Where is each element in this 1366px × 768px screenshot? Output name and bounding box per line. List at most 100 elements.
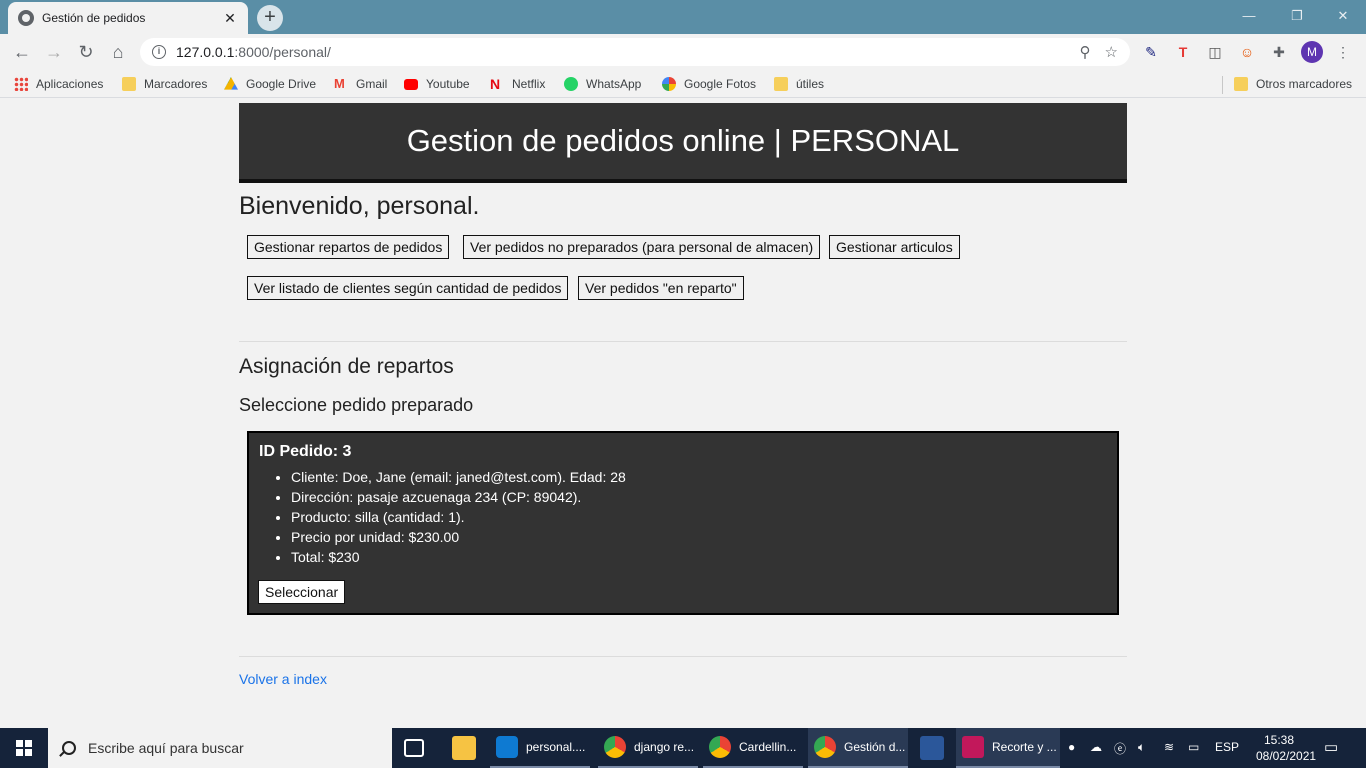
bookmark-other[interactable]: Otros marcadores	[1234, 76, 1352, 92]
profile-avatar[interactable]: M	[1301, 41, 1323, 63]
welcome-heading: Bienvenido, personal.	[239, 192, 480, 220]
netflix-icon: N	[490, 76, 501, 92]
order-product: Producto: silla (cantidad: 1).	[291, 507, 1107, 527]
order-total: Total: $230	[291, 547, 1107, 567]
chrome-icon	[709, 736, 731, 758]
menu-dots-icon[interactable]: ⋮	[1332, 41, 1354, 63]
task-view-icon[interactable]	[404, 739, 424, 757]
home-icon[interactable]: ⌂	[106, 40, 130, 64]
pocket-icon[interactable]: ◫	[1204, 41, 1226, 63]
youtube-icon	[404, 78, 418, 90]
gmail-icon: M	[334, 76, 345, 91]
taskbar-app-snipping[interactable]: Recorte y ...	[956, 728, 1060, 768]
edge-icon[interactable]: ⓔ	[1114, 740, 1126, 757]
face-extension-icon[interactable]: ☺	[1236, 41, 1258, 63]
search-icon	[62, 741, 76, 755]
bookmark-gmail[interactable]: M Gmail	[334, 76, 387, 92]
forward-arrow-icon[interactable]: →	[42, 40, 66, 64]
order-card: ID Pedido: 3 Cliente: Doe, Jane (email: …	[247, 431, 1119, 615]
info-icon[interactable]: i	[152, 45, 166, 59]
folder-icon	[1234, 77, 1248, 91]
unprepared-orders-button[interactable]: Ver pedidos no preparados (para personal…	[463, 235, 821, 259]
bookmarks-bar: Aplicaciones Marcadores Google Drive M G…	[0, 70, 1366, 98]
orders-in-delivery-button[interactable]: Ver pedidos "en reparto"	[578, 276, 744, 300]
language-indicator[interactable]: ESP	[1215, 740, 1239, 754]
order-unit-price: Precio por unidad: $230.00	[291, 527, 1107, 547]
search-placeholder: Escribe aquí para buscar	[88, 740, 244, 756]
restore-icon[interactable]: ❐	[1274, 4, 1320, 28]
new-tab-button[interactable]: +	[257, 5, 283, 31]
bookmark-apps[interactable]: Aplicaciones	[14, 76, 103, 92]
bookmark-netflix[interactable]: N Netflix	[490, 76, 545, 92]
clock-time: 15:38	[1263, 733, 1295, 747]
divider	[239, 341, 1127, 342]
bookmark-youtube[interactable]: Youtube	[404, 76, 470, 92]
taskbar-app-chrome-3[interactable]: Gestión d...	[808, 728, 908, 768]
notifications-icon[interactable]: ▭	[1324, 738, 1338, 756]
chrome-icon	[604, 736, 626, 758]
order-address: Dirección: pasaje azcuenaga 234 (CP: 890…	[291, 487, 1107, 507]
wifi-icon[interactable]: ≋	[1164, 740, 1174, 754]
clock[interactable]: 15:38 08/02/2021	[1256, 732, 1317, 764]
star-icon[interactable]: ☆	[1105, 43, 1118, 61]
pen-extension-icon[interactable]: ✎	[1140, 41, 1162, 63]
bookmarks-divider	[1222, 76, 1223, 94]
volume-icon[interactable]: 🔈︎	[1138, 740, 1145, 755]
manage-deliveries-button[interactable]: Gestionar repartos de pedidos	[247, 235, 450, 259]
bookmark-whatsapp[interactable]: WhatsApp	[564, 76, 641, 92]
taskbar-app-chrome-1[interactable]: django re...	[598, 728, 698, 768]
taskbar-app-vscode[interactable]: personal....	[490, 728, 590, 768]
start-button[interactable]	[0, 728, 48, 768]
bookmark-marcadores[interactable]: Marcadores	[122, 76, 207, 92]
chrome-icon	[814, 736, 836, 758]
globe-icon	[18, 10, 34, 26]
windows-icon	[16, 740, 32, 756]
browser-tab-strip: Gestión de pedidos ✕ + — ❐ ✕	[0, 0, 1366, 34]
folder-icon	[122, 77, 136, 91]
back-arrow-icon[interactable]: ←	[10, 40, 34, 64]
cloud-icon[interactable]: ☁	[1090, 740, 1102, 754]
back-to-index-link[interactable]: Volver a index	[239, 671, 327, 687]
clients-list-button[interactable]: Ver listado de clientes según cantidad d…	[247, 276, 569, 300]
window-close-icon[interactable]: ✕	[1320, 4, 1366, 28]
select-order-button[interactable]: Seleccionar	[258, 580, 346, 604]
photos-icon	[662, 77, 676, 91]
page-header: Gestion de pedidos online | PERSONAL	[239, 103, 1127, 183]
minimize-icon[interactable]: —	[1226, 4, 1272, 28]
order-id: ID Pedido: 3	[259, 443, 352, 460]
bookmark-google-fotos[interactable]: Google Fotos	[662, 76, 756, 92]
order-client: Cliente: Doe, Jane (email: janed@test.co…	[291, 467, 1107, 487]
browser-tab[interactable]: Gestión de pedidos ✕	[8, 2, 248, 34]
battery-icon[interactable]: ▭	[1188, 740, 1199, 754]
word-icon[interactable]	[920, 736, 944, 760]
subsection-title: Seleccione pedido preparado	[239, 395, 474, 415]
bookmark-google-drive[interactable]: Google Drive	[224, 76, 316, 92]
taskbar-app-chrome-2[interactable]: Cardellin...	[703, 728, 803, 768]
taskbar: Escribe aquí para buscar personal.... dj…	[0, 728, 1366, 768]
clock-date: 08/02/2021	[1256, 749, 1317, 763]
whatsapp-icon	[564, 77, 578, 91]
zoom-icon[interactable]: ⚲	[1080, 43, 1091, 61]
order-details: Cliente: Doe, Jane (email: janed@test.co…	[259, 467, 1107, 567]
tp-extension-icon[interactable]: T	[1172, 41, 1194, 63]
taskbar-search[interactable]: Escribe aquí para buscar	[48, 728, 392, 768]
chrome-tray-icon[interactable]: ●	[1068, 740, 1075, 754]
bookmark-utiles[interactable]: útiles	[774, 76, 824, 92]
browser-toolbar: ← → ↻ ⌂ i 127.0.0.1:8000/personal/ ⚲ ☆ ✎…	[0, 34, 1366, 70]
divider	[239, 656, 1127, 657]
vscode-icon	[496, 736, 518, 758]
tab-title: Gestión de pedidos	[42, 11, 146, 25]
file-explorer-icon[interactable]	[452, 736, 476, 760]
section-title: Asignación de repartos	[239, 355, 454, 378]
puzzle-icon[interactable]: ✚	[1268, 41, 1290, 63]
close-icon[interactable]: ✕	[222, 10, 238, 27]
apps-grid-icon	[14, 77, 28, 91]
page-content: Gestion de pedidos online | PERSONAL Bie…	[0, 98, 1366, 728]
address-bar[interactable]: i 127.0.0.1:8000/personal/ ⚲ ☆	[140, 38, 1130, 66]
folder-icon	[774, 77, 788, 91]
reload-icon[interactable]: ↻	[74, 40, 98, 64]
drive-icon	[224, 77, 238, 90]
url-text[interactable]: 127.0.0.1:8000/personal/	[176, 44, 1066, 60]
manage-articles-button[interactable]: Gestionar articulos	[829, 235, 960, 259]
snipping-tool-icon	[962, 736, 984, 758]
